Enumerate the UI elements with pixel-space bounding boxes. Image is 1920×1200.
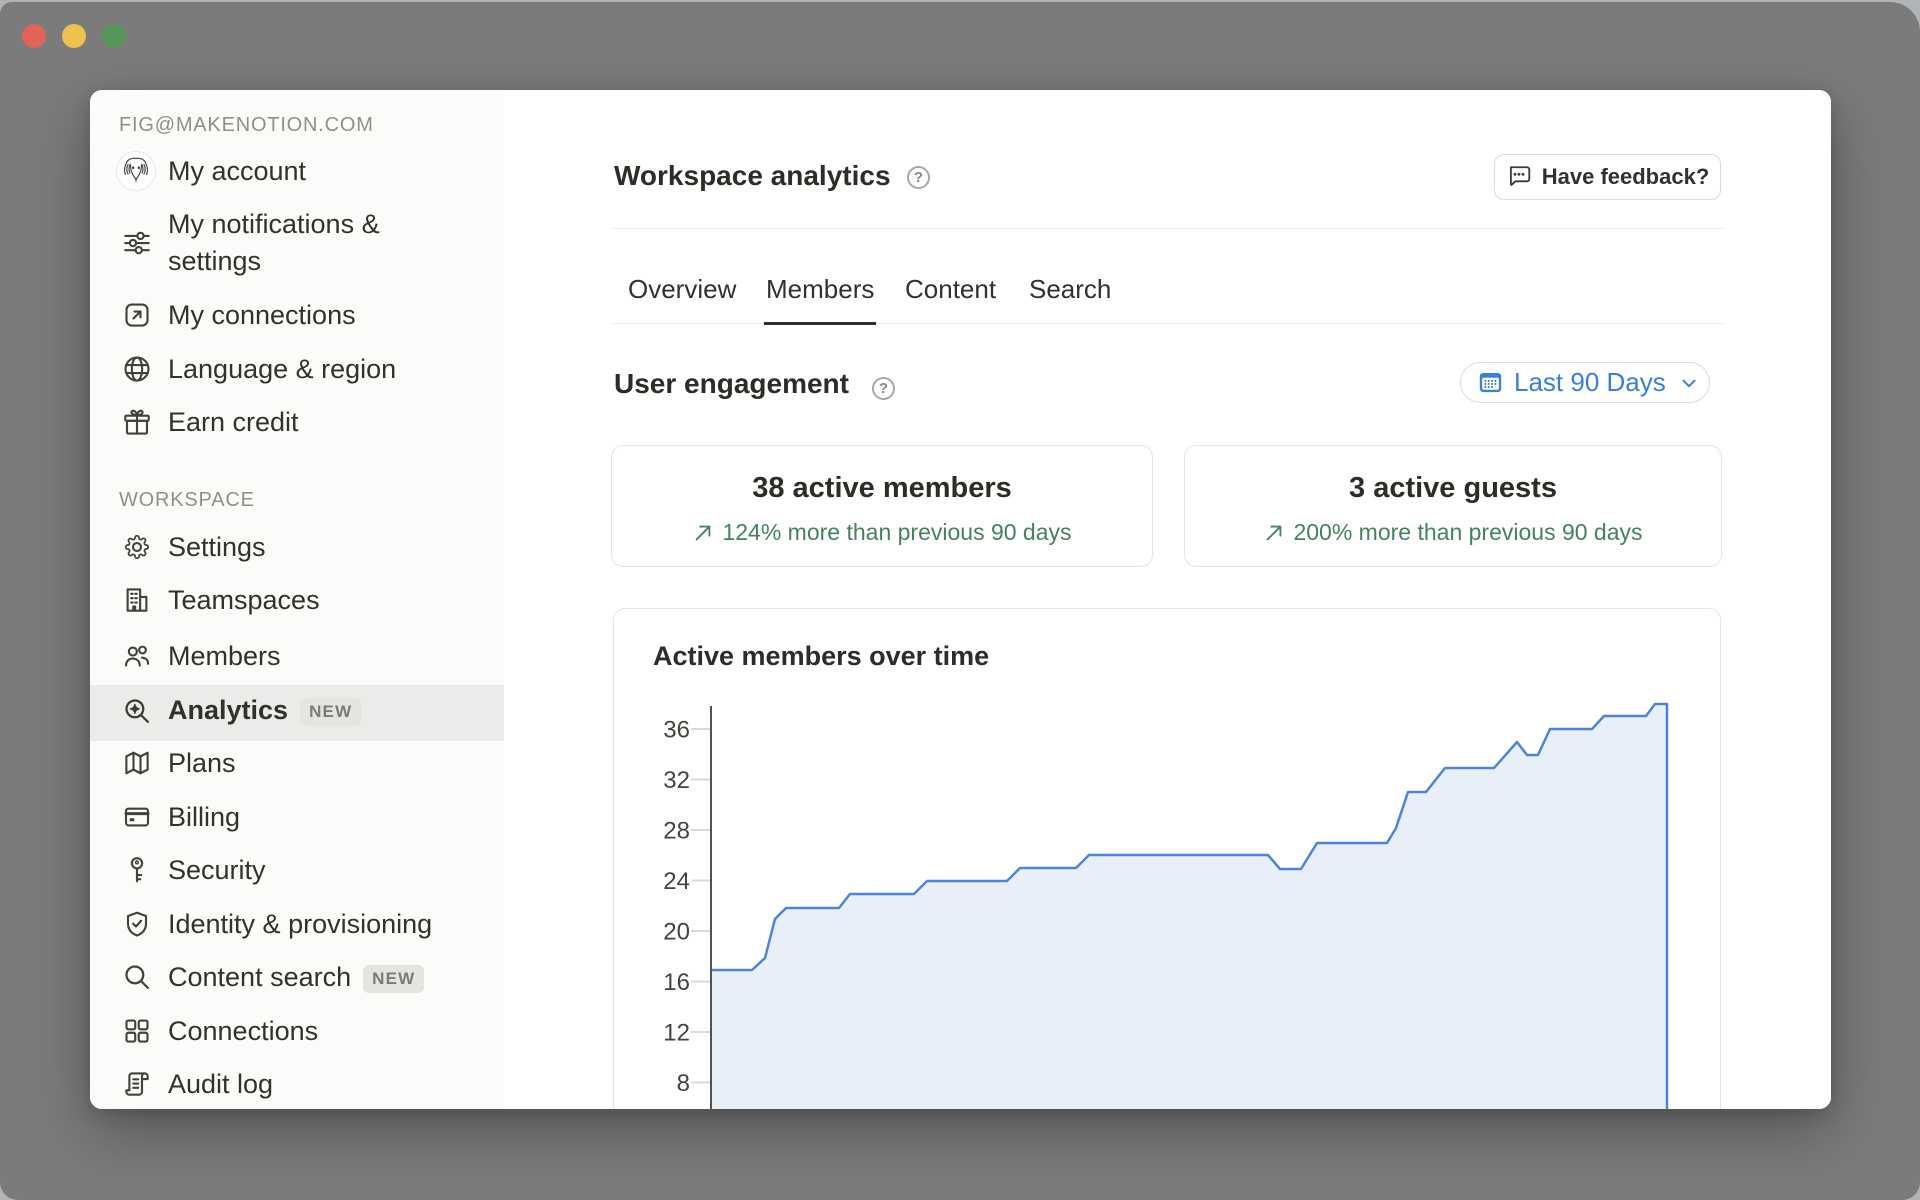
svg-text:36: 36 [663, 717, 690, 744]
svg-text:32: 32 [663, 767, 690, 794]
svg-text:12: 12 [663, 1020, 690, 1047]
svg-text:8: 8 [677, 1070, 690, 1097]
svg-text:24: 24 [663, 868, 690, 895]
svg-text:16: 16 [663, 969, 690, 996]
svg-text:28: 28 [663, 818, 690, 845]
svg-text:20: 20 [663, 919, 690, 946]
